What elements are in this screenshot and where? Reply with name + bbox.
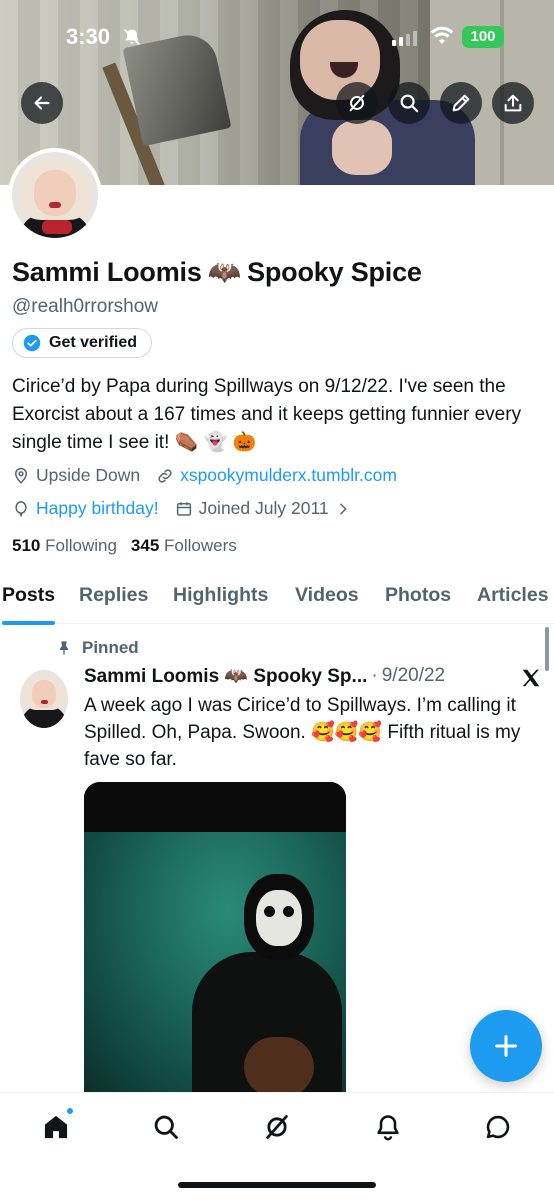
profile-bio: Cirice’d by Papa during Spillways on 9/1… [12, 376, 522, 453]
edit-button[interactable] [440, 82, 482, 124]
media-figure-glow [244, 1037, 314, 1092]
scrollbar[interactable] [545, 627, 549, 671]
tab-replies[interactable]: Replies [79, 568, 148, 624]
chevron-right-icon [339, 503, 347, 514]
tab-photos[interactable]: Photos [385, 568, 451, 624]
birthday-item[interactable]: Happy birthday! [12, 498, 159, 519]
website-item[interactable]: xspookymulderx.tumblr.com [156, 465, 397, 486]
get-verified-button[interactable]: Get verified [12, 328, 153, 358]
profile-avatar[interactable] [8, 148, 102, 242]
status-time: 3:30 [66, 24, 111, 49]
tab-articles[interactable]: Articles [477, 568, 549, 624]
media-letterbox [84, 782, 346, 832]
home-notification-dot [66, 1107, 74, 1115]
avatar [12, 152, 98, 238]
post-avatar-lips [41, 700, 48, 704]
tab-highlights[interactable]: Highlights [173, 568, 268, 624]
followers-link[interactable]: 345 Followers [131, 536, 237, 556]
share-button[interactable] [492, 82, 534, 124]
post-date[interactable]: 9/20/22 [382, 665, 445, 687]
notifications-bell-icon [377, 1115, 399, 1141]
share-icon [504, 94, 522, 112]
followers-label: Followers [164, 536, 237, 555]
signal-icon [392, 30, 417, 46]
profile-website-link[interactable]: xspookymulderx.tumblr.com [180, 465, 397, 486]
post-separator: · [371, 665, 378, 686]
post-header: Sammi Loomis 🦇 Spooky Sp... · 9/20/22 [84, 664, 445, 688]
status-bar: 3:30 100 [0, 0, 554, 74]
link-icon [158, 468, 172, 483]
profile-handle: @realh0rrorshow [12, 296, 159, 317]
post-author-name[interactable]: Sammi Loomis 🦇 Spooky Sp... [84, 664, 367, 688]
bat-emoji: 🦇 [207, 257, 242, 287]
profile-tabs: Posts Replies Highlights Videos Photos A… [0, 568, 554, 625]
get-verified-label: Get verified [49, 334, 138, 351]
joined-date: Joined July 2011 [198, 498, 329, 518]
grok-icon [349, 94, 365, 112]
profile-meta-row-2: Happy birthday! Joined July 2011 [12, 498, 367, 519]
profile-meta-row-1: Upside Down xspookymulderx.tumblr.com [12, 465, 413, 486]
avatar-face [34, 170, 76, 216]
search-icon [154, 1115, 178, 1139]
media-figure-eye-left [264, 906, 275, 917]
home-icon [44, 1115, 68, 1139]
tab-videos[interactable]: Videos [295, 568, 359, 624]
joined-item[interactable]: Joined July 2011 [175, 498, 351, 519]
back-button[interactable] [21, 82, 63, 124]
post-text: A week ago I was Cirice’d to Spillways. … [84, 695, 521, 770]
search-button[interactable] [388, 82, 430, 124]
post-media-image[interactable] [84, 782, 346, 1092]
pinned-label: Pinned [82, 638, 139, 657]
home-indicator[interactable] [178, 1182, 376, 1188]
banner-figure-hand [332, 120, 392, 175]
messages-icon [486, 1115, 510, 1139]
location-pin-icon [14, 467, 28, 484]
x-logo-icon [522, 669, 540, 687]
location-item: Upside Down [12, 465, 140, 486]
wifi-icon [430, 26, 454, 44]
nav-grok[interactable] [261, 1111, 293, 1143]
balloon-icon [15, 500, 27, 516]
birthday-text[interactable]: Happy birthday! [36, 498, 159, 519]
compose-button[interactable] [470, 1010, 542, 1082]
display-name: Sammi Loomis [12, 256, 202, 287]
display-name-row: Sammi Loomis 🦇 Spooky Spice [12, 256, 422, 288]
calendar-icon [176, 501, 191, 516]
verified-badge-icon [23, 334, 41, 352]
edit-pencil-icon [452, 94, 470, 112]
profile-location: Upside Down [36, 465, 141, 485]
back-arrow-icon [34, 96, 50, 110]
media-figure-eye-right [283, 906, 294, 917]
nav-messages[interactable] [482, 1111, 514, 1143]
plus-icon [495, 1035, 517, 1057]
nav-home[interactable] [40, 1107, 74, 1143]
pin-icon [60, 641, 68, 655]
avatar-lips [49, 202, 61, 208]
follow-counts: 510 Following 345 Followers [12, 536, 237, 556]
post-avatar[interactable] [20, 670, 68, 728]
bell-slash-icon [123, 28, 141, 46]
display-name-suffix: Spooky Spice [247, 256, 422, 287]
search-icon [400, 94, 419, 113]
following-label: Following [45, 536, 117, 555]
followers-count: 345 [130, 536, 160, 555]
battery-icon: 100 [462, 26, 504, 48]
grok-button[interactable] [336, 82, 378, 124]
nav-notifications[interactable] [372, 1111, 404, 1143]
pinned-indicator: Pinned [56, 638, 139, 658]
following-link[interactable]: 510 Following [12, 536, 117, 556]
media-figure-face [256, 890, 302, 946]
avatar-shirt-print [42, 220, 72, 234]
nav-search[interactable] [150, 1111, 182, 1143]
following-count: 510 [12, 536, 41, 555]
tab-posts[interactable]: Posts [2, 568, 56, 625]
grok-icon [266, 1115, 288, 1139]
